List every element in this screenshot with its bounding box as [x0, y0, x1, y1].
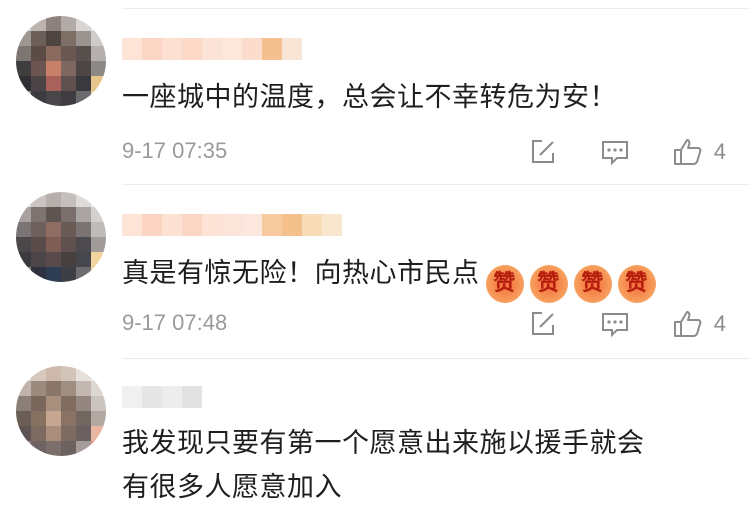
- zan-emoji: 赞: [529, 265, 568, 303]
- like-button[interactable]: 4: [672, 308, 726, 340]
- comment-item-3: 我发现只要有第一个愿意出来施以援手就会 有很多人愿意加入: [0, 366, 750, 520]
- reply-button[interactable]: [600, 137, 630, 167]
- zan-emoji: 赞: [485, 265, 524, 303]
- comment-actions: 4: [486, 306, 726, 342]
- repost-button[interactable]: [528, 309, 558, 339]
- edit-icon: [531, 312, 554, 335]
- avatar[interactable]: [16, 192, 106, 282]
- divider: [122, 358, 750, 359]
- comment-item-1: 一座城中的温度，总会让不幸转危为安！ 9-17 07:35 4: [0, 16, 750, 186]
- comment-text-body: 真是有惊无险！向热心市民点: [122, 258, 480, 289]
- thumbs-up-icon: [673, 311, 702, 337]
- reply-button[interactable]: [600, 309, 630, 339]
- thumbs-up-icon: [673, 139, 702, 165]
- comment-text-line: 我发现只要有第一个愿意出来施以援手就会: [122, 428, 645, 459]
- avatar[interactable]: [16, 16, 106, 106]
- timestamp: 9-17 07:35: [122, 138, 228, 163]
- edit-icon: [531, 140, 554, 163]
- comment-icon: [601, 141, 628, 166]
- timestamp: 9-17 07:48: [122, 310, 228, 335]
- comment-icon: [601, 313, 628, 338]
- like-count: 4: [713, 311, 726, 336]
- username-blurred[interactable]: [122, 38, 302, 60]
- like-button[interactable]: 4: [672, 136, 726, 168]
- top-divider: [122, 8, 750, 9]
- repost-button[interactable]: [528, 137, 558, 167]
- divider: [122, 184, 750, 185]
- comment-meta: 9-17 07:48 4: [122, 306, 726, 342]
- username-blurred[interactable]: [122, 214, 342, 236]
- username-blurred[interactable]: [122, 386, 202, 408]
- comment-meta: 9-17 07:35 4: [122, 134, 726, 170]
- comment-actions: 4: [486, 134, 726, 170]
- comment-text: 一座城中的温度，总会让不幸转危为安！: [122, 82, 617, 113]
- comment-text: 我发现只要有第一个愿意出来施以援手就会 有很多人愿意加入: [122, 422, 720, 510]
- comment-item-2: 真是有惊无险！向热心市民点赞赞赞赞 9-17 07:48 4: [0, 192, 750, 362]
- zan-emoji: 赞: [617, 265, 656, 303]
- like-count: 4: [713, 139, 726, 164]
- comment-text-line: 有很多人愿意加入: [122, 472, 342, 503]
- comment-text: 真是有惊无险！向热心市民点赞赞赞赞: [122, 252, 720, 303]
- zan-emoji: 赞: [573, 265, 612, 303]
- avatar[interactable]: [16, 366, 106, 456]
